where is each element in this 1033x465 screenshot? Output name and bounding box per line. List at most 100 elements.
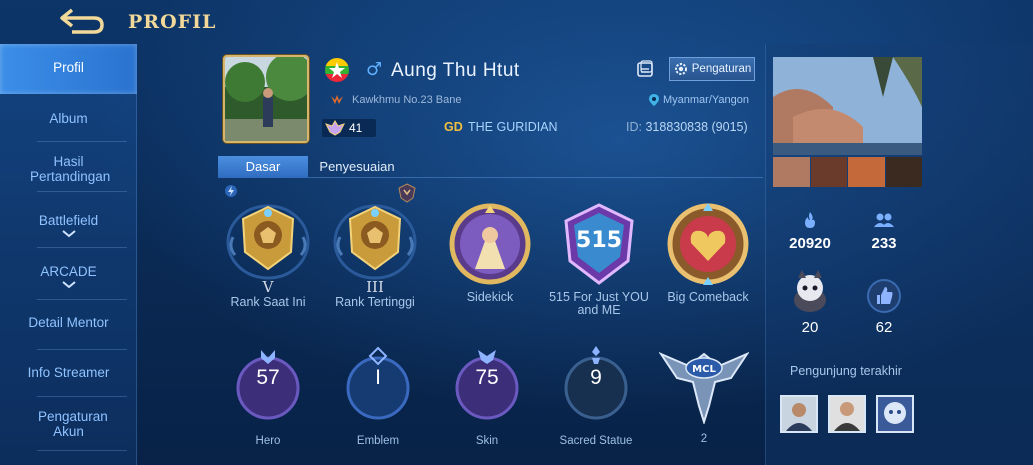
location-pin-icon [649, 94, 659, 106]
sidebar-item-label: Hasil Pertandingan [30, 154, 111, 184]
tab-dasar[interactable]: Dasar [218, 156, 308, 178]
tab-penyesuaian[interactable]: Penyesuaian [309, 156, 405, 178]
squad-name: Kawkhmu No.23 Bane [352, 94, 462, 106]
event-515-badge-icon: 515 [564, 203, 634, 285]
visitor-avatar-image [782, 397, 816, 431]
header: PROFIL [0, 0, 1033, 44]
sidebar-item-detail-mentor[interactable]: Detail Mentor [0, 315, 137, 330]
lightning-icon [225, 185, 237, 197]
avatar-photo [225, 57, 307, 141]
location-text: Myanmar/Yangon [663, 94, 750, 106]
badge-label: Rank Saat Ini [230, 295, 306, 309]
level-wings-icon [325, 120, 345, 136]
location[interactable]: Myanmar/Yangon [647, 93, 749, 107]
squad[interactable]: Kawkhmu No.23 Bane [330, 94, 461, 106]
divider [37, 247, 127, 248]
stat-emblem[interactable]: I Emblem [333, 344, 423, 447]
sidebar-item-label: Album [49, 111, 88, 126]
stat-value: 2 [700, 433, 708, 445]
album-thumbnail[interactable] [773, 157, 810, 187]
divider [37, 191, 127, 192]
friends-stat[interactable]: 233 [854, 210, 914, 252]
event-515-text: 515 [576, 228, 622, 253]
player-name: Aung Thu Htut [391, 60, 520, 81]
sidebar-item-pengaturan-akun[interactable]: Pengaturan Akun [0, 409, 137, 439]
visitor-avatar[interactable] [876, 395, 914, 433]
friends-icon [874, 213, 894, 227]
album-thumbnail[interactable] [885, 157, 922, 187]
sidebar-item-battlefield[interactable]: Battlefield [0, 213, 137, 238]
pet-likes-stat[interactable]: 20 [780, 268, 840, 336]
stat-label: Hero [255, 435, 281, 447]
friends-value: 233 [871, 235, 897, 252]
stat-label: Skin [475, 435, 499, 447]
stat-value: 75 [475, 366, 499, 389]
divider [37, 396, 127, 397]
sidebar-item-label: Info Streamer [27, 365, 110, 380]
rank-emblem-icon [226, 204, 310, 280]
likes-stat[interactable]: 62 [854, 278, 914, 336]
stat-label: Sacred Statue [559, 435, 633, 447]
stat-value: 9 [590, 366, 602, 389]
album-thumbnails [773, 157, 922, 187]
sidebar-item-profil[interactable]: Profil [0, 44, 137, 94]
back-button[interactable] [58, 6, 108, 36]
stat-mcl-trophy[interactable]: MCL 2 [658, 344, 750, 445]
stat-hero[interactable]: 57 Hero [223, 344, 313, 447]
card-icon[interactable] [636, 60, 654, 78]
badge-rank-current[interactable]: V Rank Saat Ini [213, 197, 323, 309]
fire-icon [805, 212, 815, 228]
sidebar-item-info-streamer[interactable]: Info Streamer [0, 365, 137, 380]
pet-avatar-icon [794, 270, 826, 312]
level-value: 41 [349, 121, 363, 135]
album-photo-image [773, 57, 922, 155]
divider [37, 349, 127, 350]
rank-roman: III [366, 278, 384, 296]
stat-sacred-statue[interactable]: 9 Sacred Statue [551, 344, 641, 447]
divider [37, 299, 127, 300]
chevron-down-icon [61, 281, 76, 289]
stat-value: I [375, 366, 381, 389]
divider [37, 141, 127, 142]
player-id: ID: 318830838 (9015) [626, 120, 748, 134]
gear-icon [674, 63, 687, 75]
album-thumbnail[interactable] [848, 157, 885, 187]
mcl-trophy-icon: MCL [658, 351, 750, 426]
badge-sidekick[interactable]: Sidekick [435, 199, 545, 304]
badge-label: Sidekick [466, 290, 514, 304]
comeback-badge-icon [667, 203, 749, 285]
sidekick-badge-icon [449, 203, 531, 285]
stat-skin[interactable]: 75 Skin [442, 344, 532, 447]
album-thumbnail[interactable] [810, 157, 847, 187]
level-badge: 41 [322, 119, 376, 137]
visitor-avatar-image [830, 397, 864, 431]
sidebar-item-arcade[interactable]: ARCADE [0, 264, 137, 289]
mcl-text: MCL [692, 364, 716, 375]
guild-tag: GD [444, 120, 463, 134]
badge-big-comeback[interactable]: Big Comeback [653, 199, 763, 304]
visitor-avatar[interactable] [780, 395, 818, 433]
guild-name[interactable]: THE GURIDIAN [468, 120, 558, 134]
album-main-photo[interactable] [773, 57, 922, 155]
id-value: 318830838 (9015) [645, 120, 748, 134]
male-icon: ♂ [366, 59, 383, 80]
sidebar-item-label: Detail Mentor [28, 315, 109, 330]
myanmar-flag-icon [325, 58, 349, 82]
visitor-avatar[interactable] [828, 395, 866, 433]
avatar[interactable] [223, 55, 309, 143]
back-arrow-icon [60, 8, 104, 34]
rank-roman: V [262, 278, 274, 296]
page-title: PROFIL [128, 11, 217, 33]
settings-button[interactable]: Pengaturan [669, 57, 755, 81]
sidebar-item-label: Profil [53, 60, 84, 75]
sidebar-item-album[interactable]: Album [0, 111, 137, 126]
badge-515[interactable]: 515 515 For Just YOU and ME [544, 199, 654, 317]
popularity-stat[interactable]: 20920 [780, 210, 840, 252]
badge-rank-highest[interactable]: III Rank Tertinggi [320, 197, 430, 309]
badge-label: 515 For Just YOU and ME [549, 290, 649, 317]
settings-label: Pengaturan [691, 63, 752, 75]
thumbs-up-icon [867, 279, 901, 313]
id-label: ID: [626, 120, 642, 134]
sidebar: Profil Album Hasil Pertandingan Battlefi… [0, 44, 137, 465]
sidebar-item-hasil-pertandingan[interactable]: Hasil Pertandingan [0, 154, 137, 184]
